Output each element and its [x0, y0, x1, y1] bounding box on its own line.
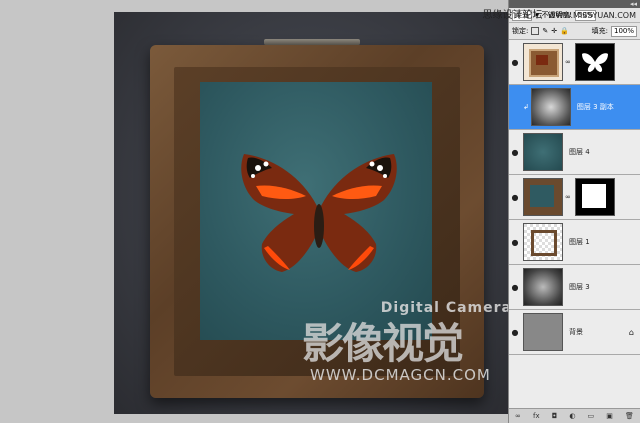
layer-thumbnail[interactable]	[523, 313, 563, 351]
visibility-eye-icon[interactable]: ●	[509, 328, 521, 337]
lock-all-icon[interactable]: 🔒	[560, 27, 569, 35]
layer-row-3[interactable]: ● 图层 3	[509, 265, 640, 310]
layer-mask-thumbnail[interactable]	[574, 43, 615, 81]
clip-arrow-icon: ↲	[523, 103, 529, 111]
visibility-eye-icon[interactable]: ●	[509, 193, 521, 202]
visibility-eye-icon[interactable]: ●	[509, 148, 521, 157]
chain-link-icon[interactable]: ∞	[565, 193, 571, 201]
layers-list: ● ∞ ↲ 图层 3 副本 ● 图层 4 ● ∞ ● 图层 1 ● 图层 3 ●…	[509, 40, 640, 409]
lock-transparent-icon[interactable]	[531, 27, 540, 35]
lock-label: 锁定:	[512, 27, 529, 35]
layer-name[interactable]: 图层 3	[569, 282, 590, 292]
chain-link-icon[interactable]: ∞	[565, 58, 571, 66]
visibility-eye-icon[interactable]: ●	[509, 58, 521, 67]
layer-name[interactable]: 图层 3 副本	[577, 102, 614, 112]
site-name: 思缘设计论坛	[482, 10, 543, 21]
fill-field[interactable]: 100%	[610, 25, 637, 37]
butterfly-image	[241, 154, 397, 272]
site-url: WWW.MISSYUAN.COM	[547, 11, 636, 20]
layer-thumbnail[interactable]	[530, 88, 571, 126]
fill-label: 填充:	[591, 27, 608, 35]
layers-panel: ◂◂ 柔光 ▾ 不透明度: 50% 锁定: ✎ ✛ 🔒 填充: 100% ● ∞	[508, 0, 640, 423]
canvas-area[interactable]	[0, 0, 508, 423]
layer-thumbnail[interactable]	[523, 43, 563, 81]
document-canvas[interactable]	[114, 12, 508, 414]
new-layer-icon[interactable]: ▣	[606, 412, 613, 420]
layer-mask-thumbnail[interactable]	[574, 178, 615, 216]
lock-paint-icon[interactable]: ✎	[542, 27, 548, 35]
layer-thumbnail[interactable]	[523, 268, 563, 306]
site-header: 思缘设计论坛 WWW.MISSYUAN.COM	[483, 6, 637, 21]
visibility-eye-icon[interactable]: ●	[509, 283, 521, 292]
layer-name[interactable]: 图层 1	[569, 237, 590, 247]
layer-row-background[interactable]: ● 背景 ⌂	[509, 310, 640, 355]
layer-row-butterfly[interactable]: ● ∞	[509, 40, 640, 85]
new-group-icon[interactable]: ▭	[588, 412, 595, 420]
layer-name[interactable]: 背景	[569, 327, 583, 337]
layer-name[interactable]: 图层 4	[569, 147, 590, 157]
layer-row-selected[interactable]: ↲ 图层 3 副本	[509, 85, 640, 130]
layer-thumbnail[interactable]	[523, 223, 563, 261]
lock-icon: ⌂	[628, 327, 634, 337]
lock-row: 锁定: ✎ ✛ 🔒 填充: 100%	[509, 23, 640, 40]
add-mask-icon[interactable]: ◘	[552, 412, 558, 420]
delete-layer-icon[interactable]: 🗑	[625, 412, 634, 420]
layer-style-icon[interactable]: fx	[533, 412, 540, 420]
adjustment-layer-icon[interactable]: ◐	[569, 412, 575, 420]
visibility-eye-icon[interactable]: ●	[509, 238, 521, 247]
lock-move-icon[interactable]: ✛	[551, 27, 557, 35]
layers-bottom-toolbar: ∞ fx ◘ ◐ ▭ ▣ 🗑	[509, 408, 640, 423]
layer-thumbnail[interactable]	[523, 178, 563, 216]
layer-row-4[interactable]: ● 图层 4	[509, 130, 640, 175]
link-layers-icon[interactable]: ∞	[515, 412, 521, 420]
layer-row-1[interactable]: ● 图层 1	[509, 220, 640, 265]
layer-row-frame[interactable]: ● ∞	[509, 175, 640, 220]
layer-thumbnail[interactable]	[523, 133, 563, 171]
